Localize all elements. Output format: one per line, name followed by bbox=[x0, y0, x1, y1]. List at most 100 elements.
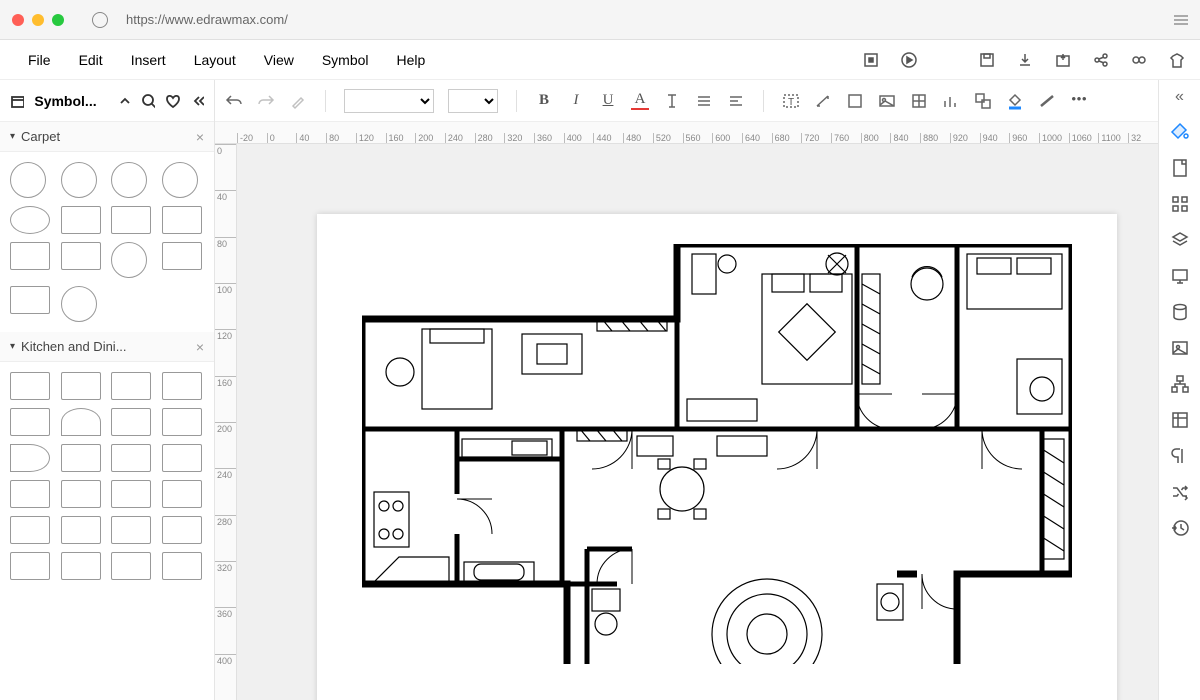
floorplan-drawing[interactable] bbox=[362, 244, 1072, 664]
page-icon[interactable] bbox=[1170, 158, 1190, 178]
more-button[interactable]: ••• bbox=[1070, 92, 1088, 109]
carpet-shape[interactable] bbox=[162, 162, 198, 198]
kitchen-shape[interactable] bbox=[162, 552, 202, 580]
carpet-shape[interactable] bbox=[61, 162, 97, 198]
line-style-icon[interactable] bbox=[1038, 92, 1056, 110]
close-panel-icon[interactable]: × bbox=[196, 129, 204, 145]
carpet-shape[interactable] bbox=[162, 206, 202, 234]
grid-icon[interactable] bbox=[1170, 194, 1190, 214]
kitchen-shape[interactable] bbox=[111, 372, 151, 400]
line-spacing-icon[interactable] bbox=[727, 92, 745, 110]
close-window[interactable] bbox=[12, 14, 24, 26]
close-panel-icon[interactable]: × bbox=[196, 339, 204, 355]
menu-layout[interactable]: Layout bbox=[180, 52, 250, 68]
kitchen-shape[interactable] bbox=[61, 552, 101, 580]
menu-symbol[interactable]: Symbol bbox=[308, 52, 383, 68]
kitchen-shape[interactable] bbox=[10, 552, 50, 580]
font-size-select[interactable] bbox=[448, 89, 498, 113]
canvas[interactable] bbox=[237, 144, 1158, 700]
kitchen-shape[interactable] bbox=[111, 480, 151, 508]
collapse-icon[interactable] bbox=[117, 93, 131, 109]
carpet-shape[interactable] bbox=[10, 286, 50, 314]
picture-icon[interactable] bbox=[1170, 338, 1190, 358]
export-icon[interactable] bbox=[1054, 51, 1072, 69]
presentation-icon[interactable] bbox=[1170, 266, 1190, 286]
chart-icon[interactable] bbox=[942, 92, 960, 110]
reload-icon[interactable] bbox=[92, 12, 108, 28]
browser-menu-icon[interactable] bbox=[1174, 15, 1188, 25]
properties-icon[interactable] bbox=[1170, 410, 1190, 430]
menu-edit[interactable]: Edit bbox=[65, 52, 117, 68]
redo-icon[interactable] bbox=[257, 92, 275, 110]
carpet-shape[interactable] bbox=[111, 242, 147, 278]
focus-icon[interactable] bbox=[862, 51, 880, 69]
url-bar[interactable]: https://www.edrawmax.com/ bbox=[126, 12, 288, 27]
minimize-window[interactable] bbox=[32, 14, 44, 26]
table-icon[interactable] bbox=[910, 92, 928, 110]
carpet-shape[interactable] bbox=[111, 162, 147, 198]
kitchen-shape[interactable] bbox=[162, 408, 202, 436]
text-box-icon[interactable]: T bbox=[782, 92, 800, 110]
kitchen-shape[interactable] bbox=[111, 552, 151, 580]
shirt-icon[interactable] bbox=[1168, 51, 1186, 69]
shuffle-icon[interactable] bbox=[1170, 482, 1190, 502]
kitchen-shape[interactable] bbox=[10, 408, 50, 436]
menu-insert[interactable]: Insert bbox=[117, 52, 180, 68]
kitchen-shape[interactable] bbox=[61, 480, 101, 508]
align-icon[interactable] bbox=[695, 92, 713, 110]
paragraph-icon[interactable] bbox=[1170, 446, 1190, 466]
theme-icon[interactable] bbox=[1170, 122, 1190, 142]
carpet-shape[interactable] bbox=[10, 162, 46, 198]
double-chevron-icon[interactable] bbox=[190, 93, 204, 109]
panel-kitchen-header[interactable]: ▾ Kitchen and Dini... × bbox=[0, 332, 214, 362]
image-icon[interactable] bbox=[878, 92, 896, 110]
connector-icon[interactable] bbox=[814, 92, 832, 110]
kitchen-shape[interactable] bbox=[61, 516, 101, 544]
kitchen-shape[interactable] bbox=[111, 516, 151, 544]
search-icon[interactable] bbox=[141, 93, 155, 109]
italic-button[interactable]: I bbox=[567, 92, 585, 109]
text-highlight-icon[interactable] bbox=[663, 92, 681, 110]
database-icon[interactable] bbox=[1170, 302, 1190, 322]
layers-icon[interactable] bbox=[1170, 230, 1190, 250]
kitchen-shape[interactable] bbox=[10, 480, 50, 508]
drawing-page[interactable] bbox=[317, 214, 1117, 700]
carpet-shape[interactable] bbox=[61, 206, 101, 234]
fill-icon[interactable] bbox=[1006, 92, 1024, 110]
kitchen-shape[interactable] bbox=[162, 480, 202, 508]
kitchen-shape[interactable] bbox=[10, 444, 50, 472]
underline-button[interactable]: U bbox=[599, 92, 617, 109]
heart-icon[interactable] bbox=[165, 93, 179, 109]
view-icon[interactable] bbox=[1130, 51, 1148, 69]
menu-file[interactable]: File bbox=[14, 52, 65, 68]
history-icon[interactable] bbox=[1170, 518, 1190, 538]
play-icon[interactable] bbox=[900, 51, 918, 69]
menu-help[interactable]: Help bbox=[383, 52, 440, 68]
brush-icon[interactable] bbox=[289, 92, 307, 110]
kitchen-shape[interactable] bbox=[111, 408, 151, 436]
kitchen-shape[interactable] bbox=[10, 516, 50, 544]
carpet-shape[interactable] bbox=[61, 242, 101, 270]
undo-icon[interactable] bbox=[225, 92, 243, 110]
carpet-shape[interactable] bbox=[10, 242, 50, 270]
library-icon[interactable] bbox=[10, 93, 24, 109]
shape-icon[interactable] bbox=[846, 92, 864, 110]
carpet-shape[interactable] bbox=[111, 206, 151, 234]
collapse-right-icon[interactable]: « bbox=[1175, 88, 1184, 106]
kitchen-shape[interactable] bbox=[10, 372, 50, 400]
share-icon[interactable] bbox=[1092, 51, 1110, 69]
menu-view[interactable]: View bbox=[250, 52, 308, 68]
carpet-shape[interactable] bbox=[61, 286, 97, 322]
font-family-select[interactable] bbox=[344, 89, 434, 113]
kitchen-shape[interactable] bbox=[61, 408, 101, 436]
kitchen-shape[interactable] bbox=[162, 372, 202, 400]
kitchen-shape[interactable] bbox=[111, 444, 151, 472]
bold-button[interactable]: B bbox=[535, 92, 553, 109]
carpet-shape[interactable] bbox=[162, 242, 202, 270]
download-icon[interactable] bbox=[1016, 51, 1034, 69]
kitchen-shape[interactable] bbox=[61, 372, 101, 400]
tree-icon[interactable] bbox=[1170, 374, 1190, 394]
panel-carpet-header[interactable]: ▾ Carpet × bbox=[0, 122, 214, 152]
kitchen-shape[interactable] bbox=[162, 516, 202, 544]
kitchen-shape[interactable] bbox=[162, 444, 202, 472]
